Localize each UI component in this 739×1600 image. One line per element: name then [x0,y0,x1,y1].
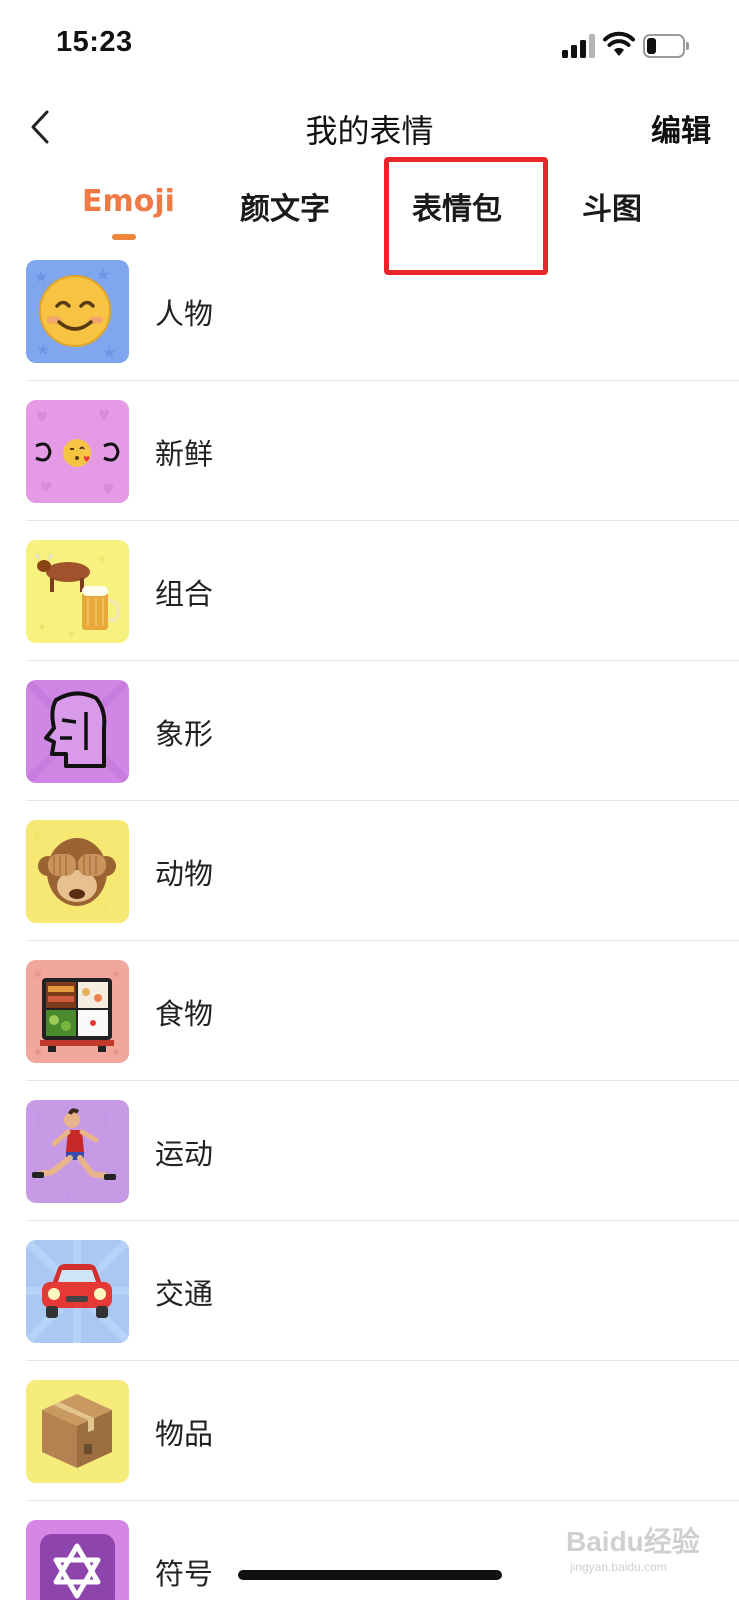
list-item-label: 食物 [155,997,214,1031]
list-item-objects[interactable]: 物品 [0,1376,739,1516]
list-item-combo[interactable]: ✦ ✦ ✦ 组合 [0,536,739,676]
battery-low-icon [643,34,689,58]
running-person-icon: ☾ ☾ ☾ [26,1100,129,1203]
divider [26,1360,739,1361]
home-indicator[interactable] [238,1570,502,1580]
nav-bar: 我的表情 编辑 [0,92,739,164]
svg-text:✦: ✦ [66,627,76,641]
svg-text:☾: ☾ [102,1112,115,1128]
see-no-evil-monkey-icon: ☾ ☾ [26,820,129,923]
list-item-label: 交通 [155,1277,214,1311]
list-item-glyph[interactable]: 象形 [0,676,739,816]
svg-text:☾: ☾ [36,1112,49,1128]
list-item-label: 运动 [155,1137,214,1171]
category-list: ★ ★ ★ ★ 人物 ♥ ♥ ♥ ♥ ♥ 新鲜 ✦ ✦ ✦ 组合 象形 ☾ ☾ … [0,256,739,1600]
list-item-label: 新鲜 [155,437,214,471]
wifi-icon [603,30,635,58]
tab-emoji[interactable]: Emoji [82,184,175,219]
svg-text:★: ★ [102,343,116,362]
edit-button[interactable]: 编辑 [651,106,711,150]
divider [26,1220,739,1221]
list-item-label: 组合 [155,577,214,611]
tab-meme-battle[interactable]: 斗图 [582,184,642,228]
svg-text:★: ★ [96,265,110,284]
divider [26,660,739,661]
emoji-settings-screen: 15:23 我的表情 编辑 Emoji 颜文字 表情包 斗图 ★ ★ ★ ★ 人… [0,0,739,1600]
list-item-label: 符号 [155,1557,214,1591]
list-item-sports[interactable]: ☾ ☾ ☾ 运动 [0,1096,739,1236]
divider [26,940,739,941]
bento-box-icon [26,960,129,1063]
svg-text:✦: ✦ [96,552,108,568]
package-box-icon [26,1380,129,1483]
svg-text:♥: ♥ [40,480,53,496]
smiling-face-icon: ★ ★ ★ ★ [26,260,129,363]
list-item-people[interactable]: ★ ★ ★ ★ 人物 [0,256,739,396]
svg-text:✦: ✦ [36,620,48,636]
chevron-left-icon[interactable] [26,106,56,148]
list-item-label: 物品 [155,1417,214,1451]
list-item-label: 人物 [155,297,214,331]
status-time: 15:23 [56,26,133,58]
status-bar: 15:23 [0,0,739,92]
tab-sticker-pack[interactable]: 表情包 [412,184,502,228]
cellular-signal-icon [562,34,596,58]
svg-text:★: ★ [34,267,48,286]
list-item-animals[interactable]: ☾ ☾ 动物 [0,816,739,956]
cow-and-beer-icon: ✦ ✦ ✦ [26,540,129,643]
list-item-label: 动物 [155,857,214,891]
divider [26,520,739,521]
list-item-fresh[interactable]: ♥ ♥ ♥ ♥ ♥ 新鲜 [0,396,739,536]
profile-head-glyph-icon [26,680,129,783]
divider [26,1500,739,1501]
svg-text:♥: ♥ [102,482,115,498]
list-item-label: 象形 [155,717,214,751]
divider [26,380,739,381]
red-car-icon [26,1240,129,1343]
svg-text:★: ★ [36,340,50,359]
tab-bar: Emoji 颜文字 表情包 斗图 [0,172,739,252]
active-tab-indicator [112,234,136,240]
svg-text:☾: ☾ [34,830,47,846]
svg-text:☾: ☾ [102,904,115,920]
svg-text:♥: ♥ [36,410,49,426]
svg-text:☾: ☾ [66,1187,77,1201]
page-title: 我的表情 [305,112,434,150]
divider [26,800,739,801]
tab-kaomoji[interactable]: 颜文字 [240,184,330,228]
divider [26,1080,739,1081]
list-item-symbols[interactable]: 符号 [0,1516,739,1600]
star-of-david-icon [26,1520,129,1600]
list-item-food[interactable]: 食物 [0,956,739,1096]
svg-text:♥: ♥ [83,455,90,464]
svg-text:♥: ♥ [98,408,111,424]
kissing-face-kaomoji-icon: ♥ ♥ ♥ ♥ ♥ [26,400,129,503]
list-item-transport[interactable]: 交通 [0,1236,739,1376]
